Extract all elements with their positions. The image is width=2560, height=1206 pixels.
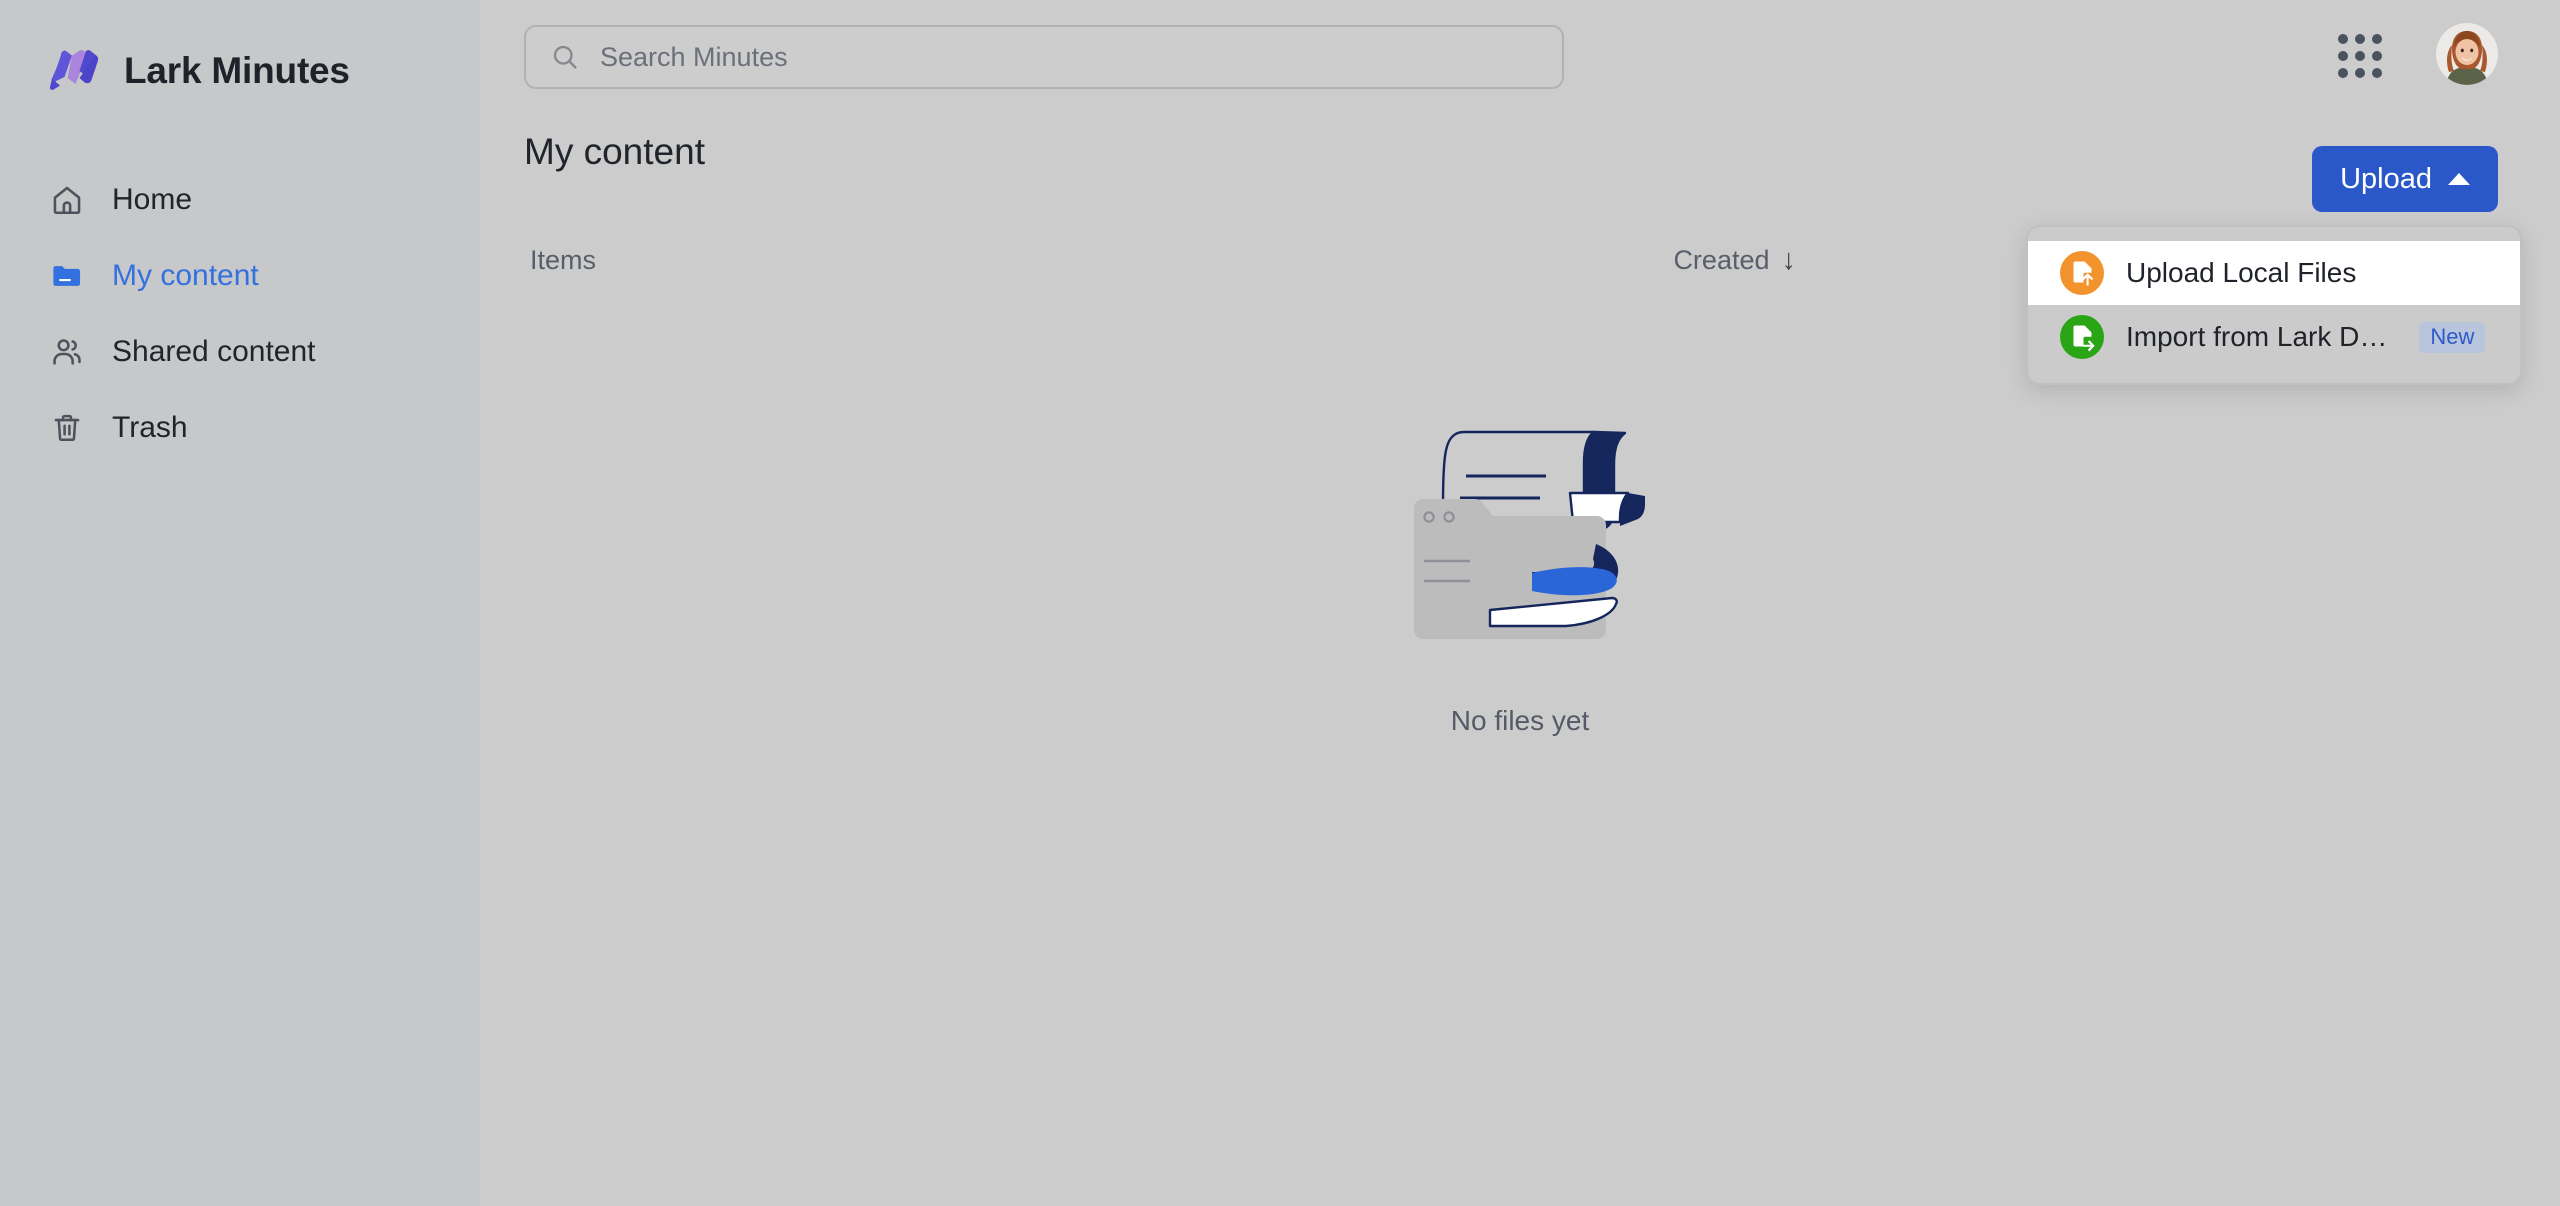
menu-item-label-import-from-lark-docs: Import from Lark D… — [2126, 321, 2388, 352]
column-header-items: Items — [530, 244, 597, 275]
sidebar-item-my-content[interactable]: My content — [0, 238, 480, 314]
column-header-created[interactable]: Created ↓ — [1673, 245, 1796, 276]
status-badge-new: New — [2419, 321, 2486, 353]
menu-item-label-upload-local-files: Upload Local Files — [2126, 257, 2357, 288]
sidebar-item-label-my-content: My content — [112, 259, 259, 292]
upload-menu: Upload Local Files Import from Lark D… N… — [2026, 225, 2522, 385]
upload-button-label: Upload — [2340, 162, 2432, 195]
search-icon — [550, 42, 580, 72]
brand-name: Lark Minutes — [124, 50, 350, 91]
sidebar-item-home[interactable]: Home — [0, 162, 480, 238]
trash-icon — [48, 409, 86, 447]
topbar-right — [2336, 23, 2498, 85]
home-icon — [48, 181, 86, 219]
column-header-created-label: Created — [1673, 244, 1770, 275]
sidebar-item-label-home: Home — [112, 183, 193, 216]
lark-minutes-logo-icon — [48, 47, 104, 95]
sidebar: Lark Minutes Home My content Shared cont… — [0, 0, 480, 1206]
sidebar-item-label-shared-content: Shared content — [112, 335, 316, 368]
sidebar-item-label-trash: Trash — [112, 411, 188, 444]
user-avatar[interactable] — [2436, 23, 2498, 85]
empty-documents-illustration — [1380, 418, 1660, 663]
topbar — [480, 0, 2560, 108]
caret-up-icon — [2448, 173, 2470, 185]
brand[interactable]: Lark Minutes — [0, 30, 480, 100]
people-icon — [48, 333, 86, 371]
search-box[interactable] — [524, 25, 1564, 89]
sidebar-item-shared-content[interactable]: Shared content — [0, 314, 480, 390]
app-root: Lark Minutes Home My content Shared cont… — [0, 0, 2560, 1206]
sidebar-nav: Home My content Shared content Trash — [0, 162, 480, 466]
menu-item-upload-local-files[interactable]: Upload Local Files — [2028, 241, 2520, 305]
empty-state-text: No files yet — [1450, 705, 1590, 736]
main-area: My content Items Created ↓ — [480, 0, 2560, 1206]
grid-apps-icon[interactable] — [2336, 32, 2382, 78]
empty-state: No files yet — [480, 418, 2560, 737]
file-upload-icon — [2060, 251, 2104, 295]
page-title: My content — [524, 131, 705, 172]
file-import-icon — [2060, 315, 2104, 359]
menu-item-import-from-lark-docs[interactable]: Import from Lark D… New — [2038, 305, 2510, 369]
folder-icon — [48, 257, 86, 295]
sidebar-item-trash[interactable]: Trash — [0, 390, 480, 466]
search-input[interactable] — [600, 41, 1538, 73]
upload-button[interactable]: Upload — [2312, 146, 2498, 212]
sort-descending-icon: ↓ — [1781, 243, 1797, 276]
